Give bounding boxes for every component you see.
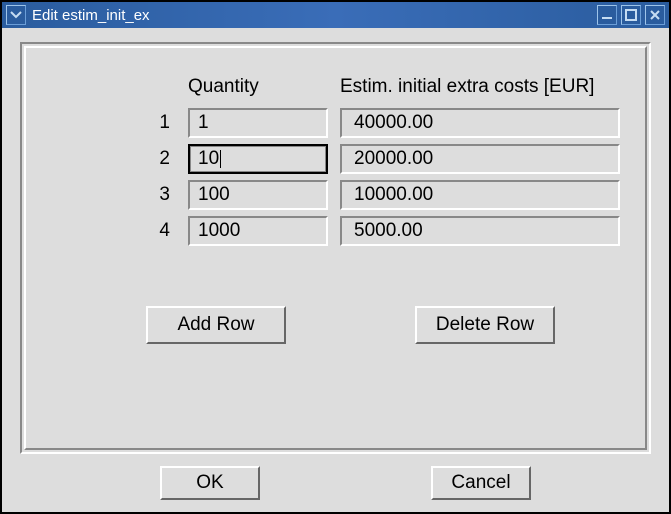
row-number: 1 <box>116 112 176 134</box>
cost-cell[interactable]: 20000.00 <box>340 144 620 174</box>
quantity-value: 1 <box>198 112 209 134</box>
cost-cell[interactable]: 40000.00 <box>340 108 620 138</box>
header-quantity: Quantity <box>188 76 328 102</box>
maximize-button[interactable] <box>621 5 641 25</box>
group-frame: Quantity Estim. initial extra costs [EUR… <box>20 42 651 454</box>
titlebar: Edit estim_init_ex <box>2 2 669 28</box>
dialog-window: Edit estim_init_ex <box>0 0 671 514</box>
cost-value: 20000.00 <box>354 148 433 170</box>
minimize-icon <box>601 9 613 21</box>
titlebar-buttons <box>597 5 665 25</box>
close-button[interactable] <box>645 5 665 25</box>
dialog-buttons: OK Cancel <box>20 466 651 500</box>
data-table: Quantity Estim. initial extra costs [EUR… <box>116 76 615 246</box>
quantity-cell[interactable]: 1 <box>188 108 328 138</box>
window-title: Edit estim_init_ex <box>32 7 597 24</box>
row-number: 4 <box>116 220 176 242</box>
cost-value: 40000.00 <box>354 112 433 134</box>
maximize-icon <box>625 9 637 21</box>
quantity-cell[interactable]: 1000 <box>188 216 328 246</box>
cost-cell[interactable]: 5000.00 <box>340 216 620 246</box>
quantity-value: 10 <box>198 148 219 170</box>
header-empty <box>116 87 176 91</box>
row-number: 2 <box>116 148 176 170</box>
chevron-down-icon <box>10 11 22 19</box>
quantity-value: 1000 <box>198 220 240 242</box>
minimize-button[interactable] <box>597 5 617 25</box>
cancel-button[interactable]: Cancel <box>431 466 531 500</box>
cost-cell[interactable]: 10000.00 <box>340 180 620 210</box>
text-caret <box>220 150 221 168</box>
header-cost: Estim. initial extra costs [EUR] <box>340 76 620 102</box>
cost-value: 10000.00 <box>354 184 433 206</box>
close-icon <box>649 9 661 21</box>
client-area: Quantity Estim. initial extra costs [EUR… <box>2 28 669 512</box>
group-content: Quantity Estim. initial extra costs [EUR… <box>24 46 647 450</box>
delete-row-button[interactable]: Delete Row <box>415 306 555 344</box>
window-menu-button[interactable] <box>6 5 26 25</box>
row-buttons: Add Row Delete Row <box>56 306 615 344</box>
add-row-button[interactable]: Add Row <box>146 306 286 344</box>
ok-button[interactable]: OK <box>160 466 260 500</box>
quantity-cell[interactable]: 100 <box>188 180 328 210</box>
row-number: 3 <box>116 184 176 206</box>
quantity-cell-active[interactable]: 10 <box>188 144 328 174</box>
quantity-value: 100 <box>198 184 230 206</box>
cost-value: 5000.00 <box>354 220 423 242</box>
